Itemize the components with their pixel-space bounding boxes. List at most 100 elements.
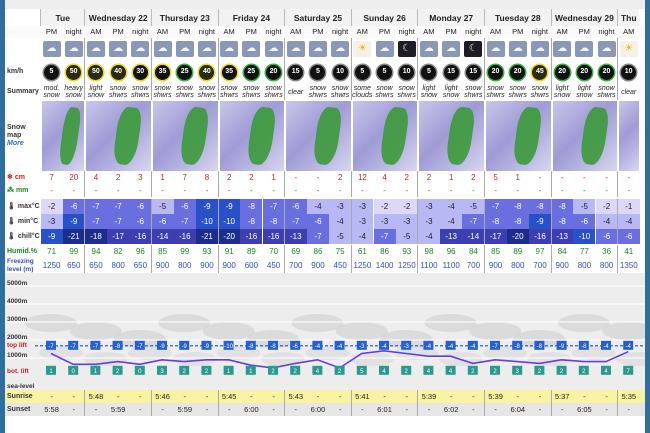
freezing-cell: 700 — [533, 261, 547, 270]
top-lift-temp-value: -3 — [359, 344, 365, 350]
humidity-label: Humid.% — [5, 245, 40, 259]
day-header[interactable]: Thursday 23 — [151, 9, 218, 26]
cloud-band — [158, 314, 211, 332]
day-header[interactable]: Sunday 26 — [350, 9, 418, 26]
day-separator — [484, 38, 485, 60]
day-separator — [484, 403, 485, 416]
sunrise-cell: - — [538, 391, 542, 401]
sunrise-cell: - — [338, 391, 342, 401]
snow-cell: 3 — [138, 173, 143, 182]
wind-speed-badge: 10 — [621, 64, 637, 80]
rain-cell: - — [294, 186, 298, 195]
period-label: PM — [312, 27, 324, 36]
snow-cell: - — [583, 173, 586, 182]
day-separator — [151, 214, 152, 229]
top-lift-temp-value: -3 — [404, 344, 410, 350]
day-separator — [617, 229, 619, 244]
snow-map-thumbnail[interactable] — [551, 101, 618, 171]
snow-map-thumbnail[interactable] — [152, 101, 218, 171]
period-label: night — [531, 27, 549, 36]
day-header[interactable]: Tue — [40, 9, 85, 26]
snow-map-thumbnail[interactable] — [85, 101, 151, 171]
rain-cell: - — [94, 186, 98, 195]
day-separator — [484, 185, 485, 197]
snow-map-more-link[interactable]: More — [7, 140, 24, 148]
day-header[interactable]: Wednesday 29 — [550, 9, 618, 26]
max-temp-unit: max°C — [17, 202, 40, 210]
weather-icon-cell: ☁ — [263, 38, 284, 60]
snow-cell: 1 — [160, 173, 165, 182]
summary-cell: snow shwrs — [397, 85, 416, 99]
day-header[interactable]: Friday 24 — [217, 9, 285, 26]
snow-map-thumbnail[interactable] — [418, 101, 484, 171]
max-temp-cell: -8 — [240, 199, 263, 214]
elevation-chart-svg: 5000m 4000m 3000m 2000m 1000m sea-level top li… — [5, 273, 645, 390]
period-label: AM — [356, 27, 368, 36]
rain-cell: - — [538, 186, 542, 195]
day-header[interactable]: Saturday 25 — [284, 9, 351, 26]
day-separator — [151, 185, 152, 197]
snow-cell: 7 — [182, 173, 187, 182]
snow-map-thumbnail[interactable] — [351, 101, 418, 171]
day-separator — [550, 60, 552, 84]
max-temp-cell: -6 — [129, 199, 152, 214]
humidity-cell: 89 — [246, 247, 256, 256]
snow-map-thumbnail[interactable] — [285, 101, 351, 171]
day-separator — [350, 259, 352, 273]
day-separator — [550, 84, 552, 100]
summary-cell: snow shwrs — [530, 85, 550, 99]
top-lift-temp-value: -4 — [603, 344, 609, 350]
period-label: night — [265, 27, 282, 36]
wind-cell: 5 — [307, 60, 328, 84]
snow-map-thumbnail[interactable] — [618, 101, 640, 171]
day-separator — [484, 84, 485, 100]
day-header[interactable]: Thu — [617, 9, 640, 26]
top-strip — [5, 0, 645, 9]
humidity-cell: 41 — [624, 247, 634, 256]
top-lift-temp-value: -7 — [137, 344, 143, 350]
max-temp-cell: -1 — [617, 199, 640, 214]
rain-cell: - — [50, 186, 53, 195]
day-separator — [350, 199, 352, 214]
day-separator — [151, 60, 152, 84]
day-separator — [484, 259, 485, 273]
wind-speed-badge: 5 — [377, 64, 392, 80]
day-separator — [84, 60, 86, 84]
snow-map-thumbnail[interactable] — [41, 101, 85, 171]
freezing-row: Freezing level (m) 1250 650 650 800 650 900 80… — [5, 258, 645, 273]
summary-cell: snow shwrs — [486, 85, 505, 99]
cloud-band — [261, 352, 305, 366]
humidity-cell: 96 — [135, 247, 145, 256]
day-separator — [617, 199, 619, 214]
map-land-mass — [112, 105, 144, 167]
day-separator — [84, 199, 86, 214]
rain-cell: - — [405, 186, 409, 195]
snow-cell: - — [538, 173, 542, 182]
day-separator — [217, 38, 219, 60]
day-header[interactable]: Wednesday 22 — [84, 9, 151, 26]
snow-map-thumbnail[interactable] — [218, 101, 285, 171]
wind-speed-badge: 20 — [576, 64, 592, 80]
map-land-mass — [512, 105, 544, 167]
day-separator — [284, 390, 286, 403]
day-separator — [417, 185, 419, 197]
cloud-band — [557, 314, 610, 332]
sunrise-cell: - — [72, 391, 76, 401]
snow-map-thumbnail[interactable] — [485, 101, 551, 171]
day-header[interactable]: Monday 27 — [417, 9, 484, 26]
chill-cell: -13 — [284, 229, 307, 244]
day-separator — [484, 214, 485, 229]
top-lift-temp-value: -7 — [93, 344, 99, 350]
min-temp-cell: -7 — [284, 214, 307, 229]
wind-cell: 35 — [219, 60, 240, 84]
wind-cell: 15 — [463, 60, 484, 84]
wind-speed-badge: 25 — [243, 64, 259, 80]
day-header[interactable]: Tuesday 28 — [484, 9, 551, 26]
day-separator — [151, 199, 152, 214]
max-temp-cell: -7 — [84, 199, 108, 214]
humidity-cell: 71 — [47, 247, 57, 256]
day-separator — [217, 185, 219, 197]
map-land-mass — [445, 105, 477, 167]
freezing-cell: 800 — [599, 261, 614, 270]
sunrise-cell: - — [272, 391, 275, 401]
